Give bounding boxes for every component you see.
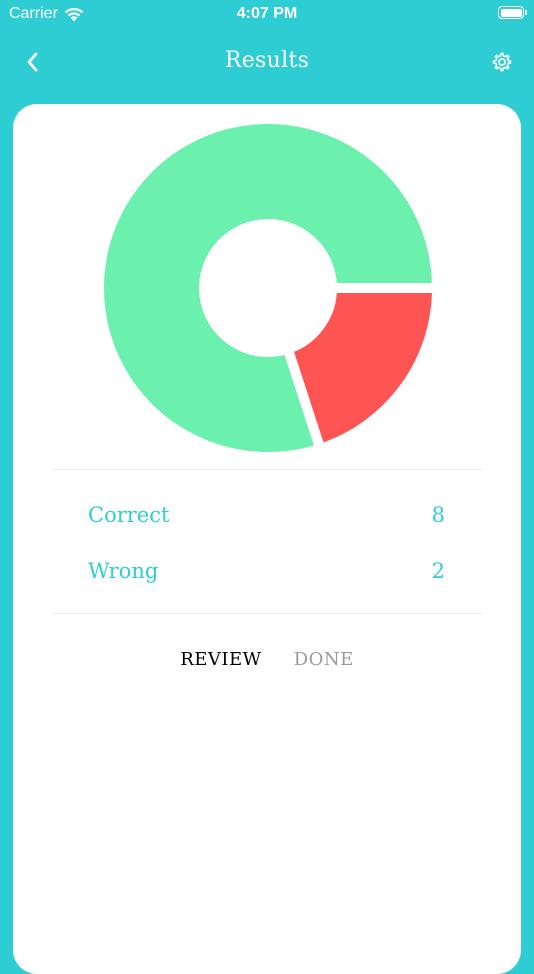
divider — [52, 469, 482, 470]
divider — [52, 613, 482, 614]
status-time: 4:07 PM — [236, 5, 298, 22]
battery-level — [500, 8, 522, 17]
results-card: Correct 8 Wrong 2 REVIEW DONE — [13, 104, 521, 974]
battery-icon — [498, 6, 527, 19]
wrong-label: Wrong — [88, 559, 159, 583]
status-bar: Carrier 4:07 PM — [0, 0, 534, 30]
settings-button[interactable] — [488, 48, 516, 76]
page-title: Results — [224, 48, 310, 73]
done-button[interactable]: DONE — [294, 649, 354, 670]
correct-count: 8 — [431, 503, 445, 527]
navigation-bar: Results — [0, 30, 534, 94]
review-button[interactable]: REVIEW — [180, 649, 261, 670]
stat-row-wrong: Wrong 2 — [88, 553, 445, 593]
action-buttons: REVIEW DONE — [13, 649, 521, 670]
gear-icon — [492, 52, 512, 72]
correct-label: Correct — [88, 503, 170, 527]
stat-row-correct: Correct 8 — [88, 497, 445, 537]
wrong-count: 2 — [431, 559, 445, 583]
results-donut-chart — [99, 119, 437, 457]
